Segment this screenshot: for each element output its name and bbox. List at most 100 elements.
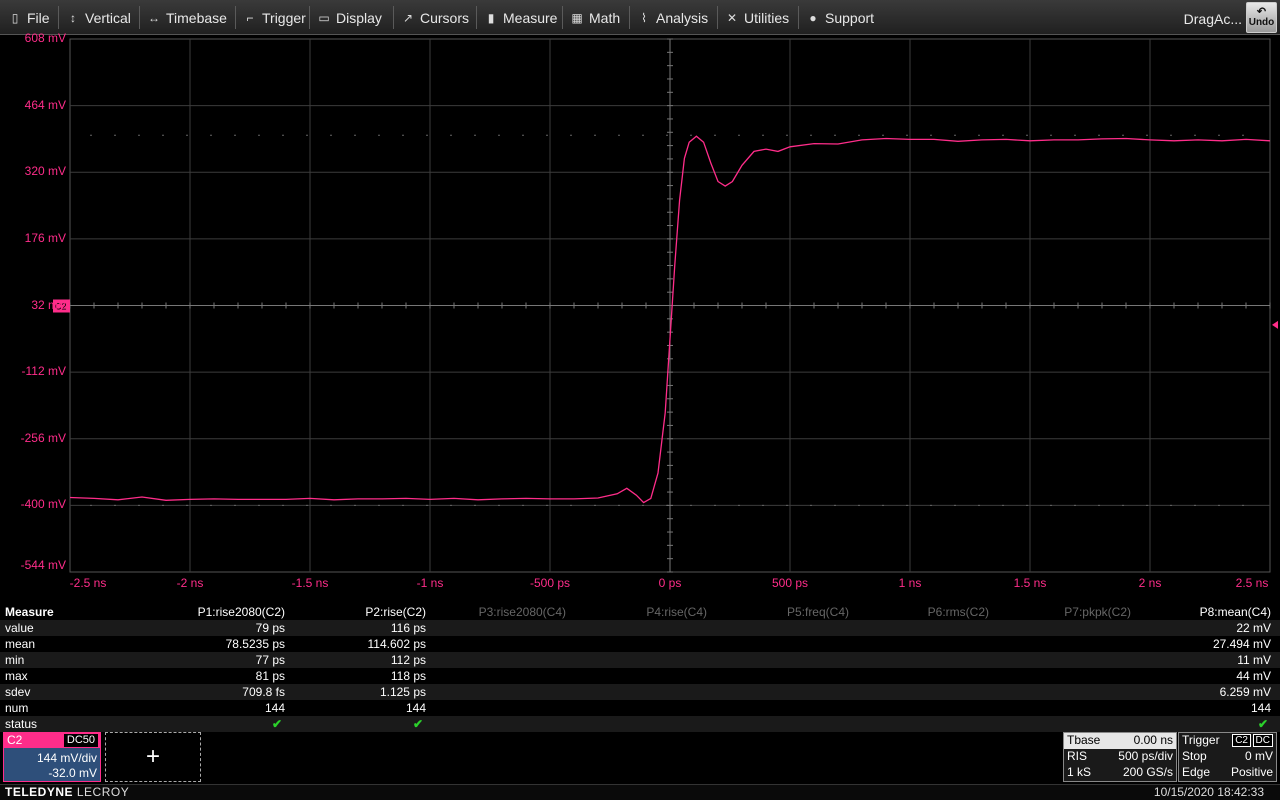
measure-row-value: value 79 ps 116 ps 22 mV (0, 620, 1280, 636)
status-check-icon: ✔ (271, 717, 282, 731)
x-tick-label: 500 ps (771, 576, 809, 590)
trigger-source: C2 (1232, 734, 1251, 747)
x-tick-label: 0 ps (658, 576, 682, 590)
x-tick-label: -1 ns (416, 576, 444, 590)
measure-param-header[interactable]: P8:mean(C4) (1200, 604, 1271, 620)
y-tick-label: -400 mV (20, 497, 66, 512)
timebase-title: Tbase (1067, 733, 1101, 747)
measure-value: 79 ps (255, 621, 285, 635)
trigger-descriptor[interactable]: Trigger C2 DC Stop 0 mV Edge Positive (1178, 732, 1277, 782)
measure-value: 144 (264, 701, 285, 715)
menu-separator (476, 6, 477, 29)
file-icon: ▯ (11, 10, 19, 25)
status-footer: TELEDYNE LECROY 10/15/2020 18:42:33 (0, 784, 1280, 800)
measure-param-header[interactable]: P4:rise(C4) (646, 604, 707, 620)
menu-label: Trigger (262, 9, 306, 26)
trigger-coupling: DC (1252, 734, 1273, 747)
measure-param-header[interactable]: P5:freq(C4) (787, 604, 849, 620)
measure-value: 11 mV (1237, 653, 1271, 667)
measure-header-row: Measure P1:rise2080(C2) P2:rise(C2) P3:rise… (0, 604, 1280, 620)
trigger-level-marker (1272, 320, 1278, 329)
measure-value: 78.5235 ps (225, 637, 285, 651)
measure-table: Measure P1:rise2080(C2) P2:rise(C2) P3:rise… (0, 604, 1280, 732)
utilities-icon: ✕ (726, 10, 738, 25)
menu-timebase[interactable]: ↔ Timebase (147, 0, 227, 35)
measure-value: 112 ps (390, 653, 426, 667)
measure-param-header[interactable]: P6:rms(C2) (928, 604, 989, 620)
menu-label: Math (589, 9, 621, 26)
menu-math[interactable]: ▦ Math (570, 0, 620, 35)
x-tick-label: -2.5 ns (69, 576, 107, 590)
menu-analysis[interactable]: ⌇ Analysis (637, 0, 708, 35)
measure-value: 44 mV (1236, 669, 1271, 683)
timebase-icon: ↔ (148, 10, 160, 25)
measure-value: 6.259 mV (1219, 685, 1271, 699)
y-tick-label: 320 mV (24, 164, 66, 179)
menu-trigger[interactable]: ⌐ Trigger (243, 0, 306, 35)
y-tick-label: 32 mV (31, 297, 66, 312)
x-tick-label: -1.5 ns (291, 576, 329, 590)
menu-display[interactable]: ▭ Display (317, 0, 382, 35)
analysis-icon: ⌇ (641, 10, 647, 25)
menu-label: Utilities (744, 9, 790, 26)
measure-row-label: num (5, 701, 29, 715)
measure-row-label: value (5, 621, 34, 635)
menu-separator (629, 6, 630, 29)
measure-value: 118 ps (390, 669, 426, 683)
trigger-mode: Stop (1182, 749, 1207, 763)
menu-utilities[interactable]: ✕ Utilities (725, 0, 789, 35)
y-tick-label: -544 mV (20, 558, 66, 572)
measure-param-header[interactable]: P3:rise2080(C4) (479, 604, 566, 620)
trigger-type: Edge (1182, 765, 1211, 779)
timebase-points: 1 kS (1067, 765, 1092, 779)
menu-separator (562, 6, 563, 29)
measure-row-max: max 81 ps 118 ps 44 mV (0, 668, 1280, 684)
channel-name: C2 (7, 733, 23, 747)
x-tick-label: 1.5 ns (1013, 576, 1047, 590)
measure-value: 81 ps (255, 669, 285, 683)
y-tick-label: 176 mV (24, 230, 66, 245)
menu-file[interactable]: ▯ File (8, 0, 50, 35)
measure-row-num: num 144 144 144 (0, 700, 1280, 716)
cursors-icon: ↗ (402, 10, 414, 25)
waveform-grid[interactable]: C2 608 mV 464 mV 320 mV 176 mV 32 mV -112 mV -… (0, 31, 1280, 606)
menu-vertical[interactable]: ↕ Vertical (66, 0, 131, 35)
timebase-descriptor[interactable]: Tbase 0.00 ns RIS 500 ps/div 1 kS 200 GS… (1063, 732, 1177, 782)
menu-separator (393, 6, 394, 29)
menu-bar: ▯ File ↕ Vertical ↔ Timebase ⌐ Trigger ▭ Display ↗… (0, 0, 1280, 35)
channel-descriptor-c2[interactable]: C2 DC50 144 mV/div -32.0 mV (3, 732, 101, 782)
vertical-icon: ↕ (70, 10, 76, 25)
measure-title[interactable]: Measure (5, 604, 54, 620)
drag-action-label[interactable]: DragAc... (1184, 11, 1242, 27)
x-tick-label: 1 ns (898, 576, 922, 590)
menu-label: Cursors (420, 9, 470, 26)
menu-support[interactable]: ● Support (806, 0, 874, 35)
trigger-title: Trigger (1182, 733, 1220, 747)
measure-icon: ▮ (487, 10, 495, 25)
measure-param-header[interactable]: P2:rise(C2) (365, 604, 426, 620)
undo-icon: ↶ (1256, 6, 1267, 18)
brand-bold: TELEDYNE (5, 785, 74, 799)
brand-logo: TELEDYNE LECROY (5, 785, 129, 800)
math-icon: ▦ (571, 10, 583, 25)
descriptor-bar: C2 DC50 144 mV/div -32.0 mV + Tbase 0.00… (0, 732, 1280, 784)
menu-measure[interactable]: ▮ Measure (484, 0, 558, 35)
menu-separator (309, 6, 310, 29)
undo-button[interactable]: ↶ Undo (1246, 2, 1277, 33)
menu-separator (139, 6, 140, 29)
datetime: 10/15/2020 18:42:33 (1153, 785, 1264, 799)
brand-rest: LECROY (73, 785, 130, 799)
menu-cursors[interactable]: ↗ Cursors (401, 0, 469, 35)
trigger-slope: Positive (1230, 765, 1273, 779)
y-tick-label: -112 mV (21, 364, 66, 379)
channel-offset: -32.0 mV (48, 766, 97, 780)
measure-row-label: mean (5, 637, 36, 651)
add-trace-button[interactable]: + (105, 732, 201, 782)
menu-separator (717, 6, 718, 29)
menu-separator (798, 6, 799, 29)
measure-param-header[interactable]: P1:rise2080(C2) (198, 604, 285, 620)
timebase-rate: 200 GS/s (1122, 765, 1173, 779)
measure-row-label: min (5, 653, 25, 667)
measure-row-sdev: sdev 709.8 fs 1.125 ps 6.259 mV (0, 684, 1280, 700)
measure-param-header[interactable]: P7:pkpk(C2) (1064, 604, 1131, 620)
